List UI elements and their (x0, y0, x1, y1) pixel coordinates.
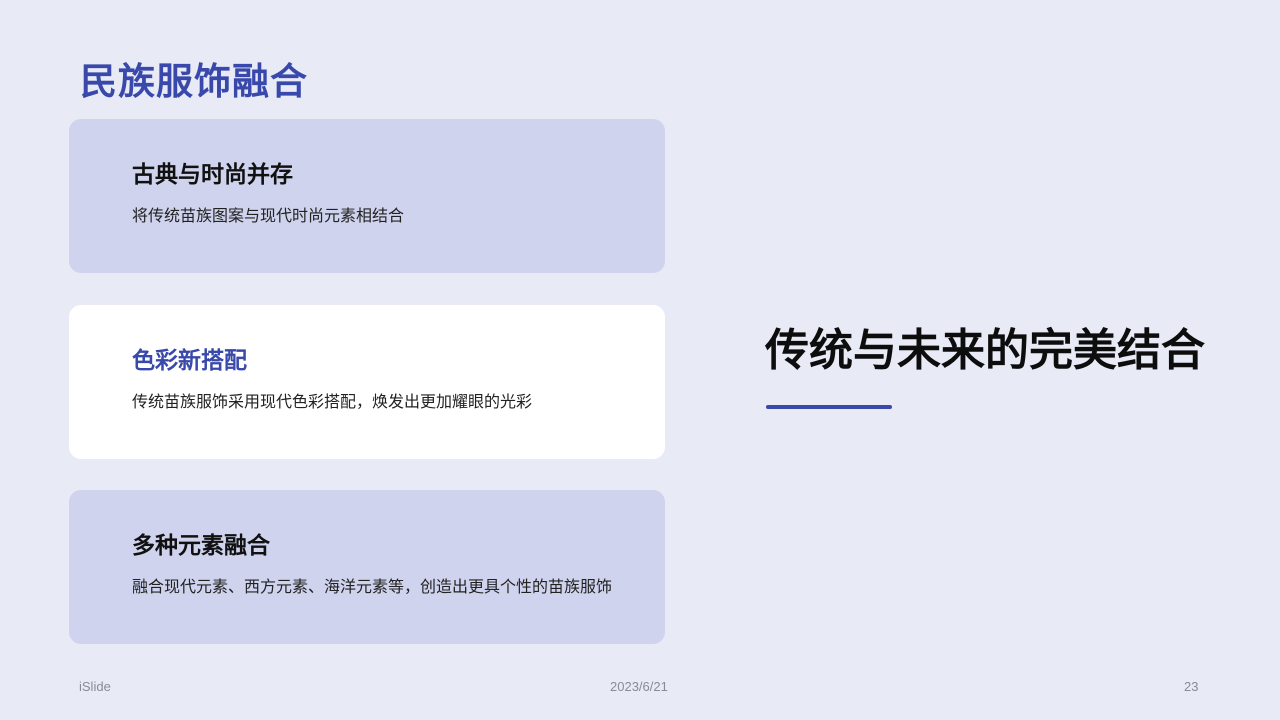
slide: 民族服饰融合 古典与时尚并存 将传统苗族图案与现代时尚元素相结合 色彩新搭配 传… (0, 0, 1280, 720)
accent-underline (766, 405, 892, 409)
card-heading: 古典与时尚并存 (132, 162, 293, 188)
card-heading: 色彩新搭配 (132, 348, 247, 374)
card-description: 将传统苗族图案与现代时尚元素相结合 (132, 206, 405, 225)
card-description: 融合现代元素、西方元素、海洋元素等，创造出更具个性的苗族服饰 (132, 577, 613, 596)
feature-card-element-fusion: 多种元素融合 融合现代元素、西方元素、海洋元素等，创造出更具个性的苗族服饰 (69, 490, 665, 644)
card-description: 传统苗族服饰采用现代色彩搭配，焕发出更加耀眼的光彩 (132, 392, 533, 411)
card-heading: 多种元素融合 (132, 533, 270, 559)
feature-card-color-matching: 色彩新搭配 传统苗族服饰采用现代色彩搭配，焕发出更加耀眼的光彩 (69, 305, 665, 459)
footer-brand: iSlide (79, 679, 111, 694)
hero-title: 传统与未来的完美结合 (765, 325, 1205, 376)
page-title: 民族服饰融合 (80, 60, 308, 103)
footer-date: 2023/6/21 (610, 679, 668, 694)
feature-card-classic-fashion: 古典与时尚并存 将传统苗族图案与现代时尚元素相结合 (69, 119, 665, 273)
footer-page-number: 23 (1184, 679, 1199, 694)
